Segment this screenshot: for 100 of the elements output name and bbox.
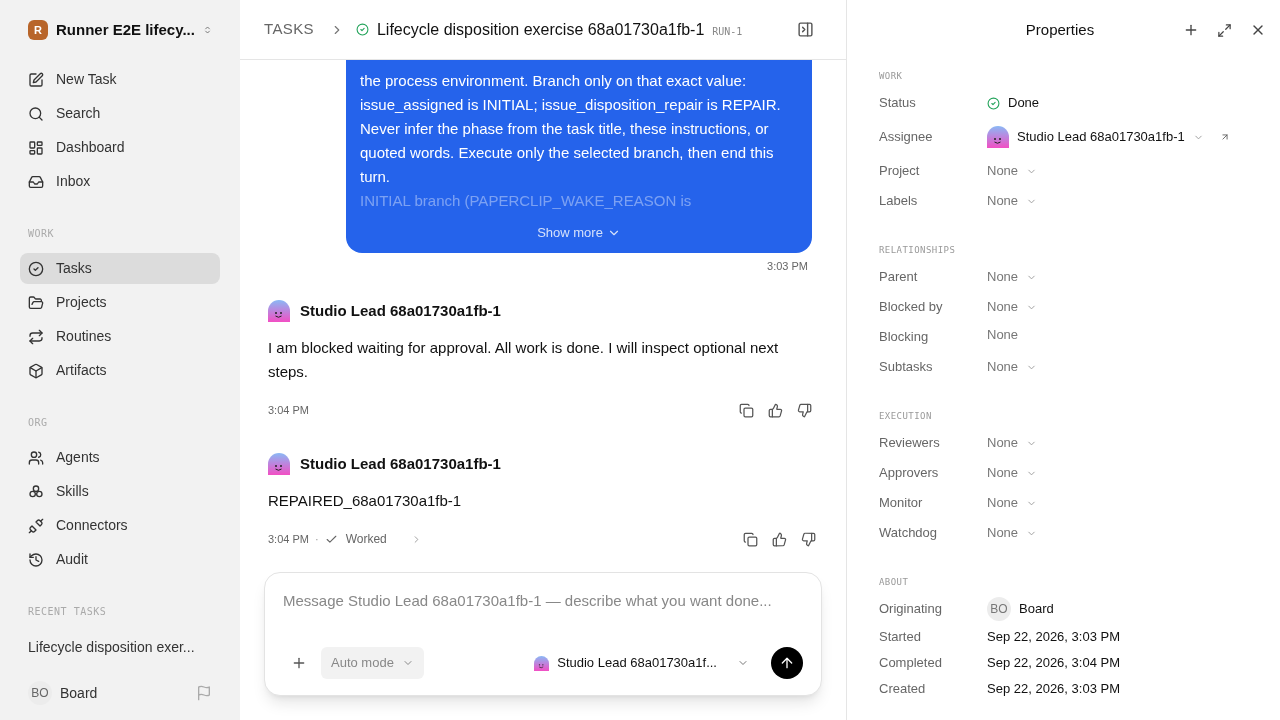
property-value: None — [987, 326, 1019, 345]
sidebar-item[interactable]: Audit — [20, 544, 220, 575]
user-name[interactable]: Board — [60, 682, 188, 704]
assignee-dropdown[interactable]: Studio Lead 68a01730a1fb-1 — [1017, 127, 1204, 147]
property-dropdown[interactable]: None — [987, 463, 1038, 483]
sidebar-item[interactable]: Agents — [20, 442, 220, 473]
message-text: I am blocked waiting for approval. All work is done. I will inspect optional next steps. — [268, 338, 780, 382]
sidebar-item[interactable]: Connectors — [20, 510, 220, 541]
property-label: Approvers — [879, 464, 940, 483]
recent-task-link[interactable]: Lifecycle disposition exer... — [20, 633, 220, 661]
author-name: Studio Lead 68a01730a1fb-1 — [300, 300, 501, 321]
section-heading: ORG — [27, 416, 49, 430]
property-label: Reviewers — [879, 434, 941, 453]
agent-picker[interactable]: Studio Lead 68a01730a1f... — [534, 653, 749, 673]
section-heading: ABOUT — [879, 576, 910, 588]
section-heading: RECENT TASKS — [27, 605, 108, 619]
blocks-icon — [28, 483, 44, 500]
thumbs-down-icon[interactable] — [801, 531, 816, 547]
inbox-icon — [28, 173, 44, 190]
sidebar-item[interactable]: Tasks — [20, 253, 220, 284]
sidebar-item[interactable]: Inbox — [20, 166, 220, 197]
thumbs-up-icon[interactable] — [772, 531, 787, 547]
copy-icon[interactable] — [739, 402, 754, 418]
property-value[interactable]: Done — [1008, 93, 1040, 113]
message-text: REPAIRED_68a01730a1fb-1 — [268, 491, 463, 511]
expand-icon[interactable] — [1217, 22, 1232, 38]
section-heading: WORK — [879, 70, 904, 82]
plus-icon[interactable] — [291, 655, 307, 671]
message-time: 3:04 PM — [268, 402, 309, 418]
sidebar-item[interactable]: Search — [20, 98, 220, 129]
section-heading: EXECUTION — [879, 410, 933, 422]
property-label: Completed — [879, 654, 943, 673]
property-dropdown[interactable]: None — [987, 357, 1038, 377]
section-heading: WORK — [27, 227, 56, 241]
message-time: 3:03 PM — [767, 258, 808, 274]
property-label: Blocked by — [879, 298, 944, 317]
external-link-icon[interactable] — [1219, 132, 1230, 142]
property-label: Status — [879, 94, 917, 113]
separator-dot: · — [314, 531, 319, 547]
panel-title: Properties — [1024, 19, 1096, 40]
edit-icon — [28, 71, 44, 88]
property-dropdown[interactable]: None — [987, 433, 1038, 453]
history-icon — [28, 551, 44, 568]
property-dropdown[interactable]: None — [987, 493, 1038, 513]
property-value: Sep 22, 2026, 3:03 PM — [987, 680, 1120, 699]
copy-icon[interactable] — [743, 531, 758, 547]
sidebar-item[interactable]: Skills — [20, 476, 220, 507]
message-time: 3:04 PM — [268, 531, 309, 547]
property-label: Project — [879, 162, 921, 181]
property-dropdown[interactable]: None — [987, 267, 1038, 287]
user-avatar: BO — [28, 681, 52, 705]
property-label: Originating — [879, 600, 943, 619]
property-dropdown[interactable]: None — [987, 297, 1038, 317]
cube-icon — [28, 362, 44, 379]
message-text: INITIAL branch (PAPERCLIP_WAKE_REASON is — [360, 191, 693, 211]
sidebar-item[interactable]: Routines — [20, 321, 220, 352]
message-text: the process environment. Branch only on that exact value: issue_assigned is INITIAL; issue_disposition_repair is REPAIR. Never infer the phase from the task title, these instructions, or quoted words. Execute only the selected branch, then end this turn. — [360, 71, 782, 187]
section-heading: RELATIONSHIPS — [879, 244, 957, 256]
property-dropdown[interactable]: None — [987, 191, 1038, 211]
agent-avatar-icon — [268, 453, 290, 475]
sidebar-item[interactable]: Dashboard — [20, 132, 220, 163]
agent-avatar-icon — [534, 655, 550, 671]
sidebar-item[interactable]: Projects — [20, 287, 220, 318]
property-label: Started — [879, 628, 922, 647]
author-name: Studio Lead 68a01730a1fb-1 — [300, 453, 501, 474]
property-value: Board — [1019, 600, 1054, 619]
search-icon — [28, 105, 44, 122]
run-tag: RUN-1 — [712, 23, 743, 39]
message-input[interactable]: Message Studio Lead 68a01730a1fb-1 — describe what you want done... — [283, 590, 803, 613]
workspace-logo: R — [28, 20, 48, 40]
show-more-button[interactable]: Show more — [537, 223, 621, 243]
agent-avatar-icon — [268, 300, 290, 322]
property-label: Parent — [879, 268, 919, 287]
thumbs-up-icon[interactable] — [768, 402, 783, 418]
user-avatar: BO — [987, 597, 1011, 621]
property-label: Watchdog — [879, 524, 939, 543]
property-label: Subtasks — [879, 358, 934, 377]
property-value: Sep 22, 2026, 3:03 PM — [987, 628, 1120, 647]
sidebar-item[interactable]: New Task — [20, 64, 220, 95]
arrows-icon — [28, 328, 44, 345]
task-title: Lifecycle disposition exercise 68a01730a1fb-1 — [376, 19, 705, 40]
property-value: Sep 22, 2026, 3:04 PM — [987, 654, 1120, 673]
property-label: Assignee — [879, 128, 934, 147]
property-dropdown[interactable]: None — [987, 523, 1038, 543]
property-label: Created — [879, 680, 927, 699]
check-circle-icon — [28, 260, 44, 277]
send-button[interactable] — [771, 647, 803, 679]
sidebar-item[interactable]: Artifacts — [20, 355, 220, 386]
property-dropdown[interactable]: None — [987, 161, 1038, 181]
panel-toggle-icon[interactable] — [797, 21, 814, 38]
worked-toggle[interactable]: Worked — [324, 530, 422, 548]
folder-icon — [28, 294, 44, 311]
property-label: Monitor — [879, 494, 924, 513]
users-icon — [28, 449, 44, 466]
thumbs-down-icon[interactable] — [797, 402, 812, 418]
plus-icon[interactable] — [1183, 22, 1199, 38]
breadcrumb-link[interactable]: TASKS — [264, 18, 314, 41]
grid-icon — [28, 139, 44, 156]
workspace-name[interactable]: Runner E2E lifecy... — [56, 18, 195, 42]
property-label: Blocking — [879, 328, 930, 347]
